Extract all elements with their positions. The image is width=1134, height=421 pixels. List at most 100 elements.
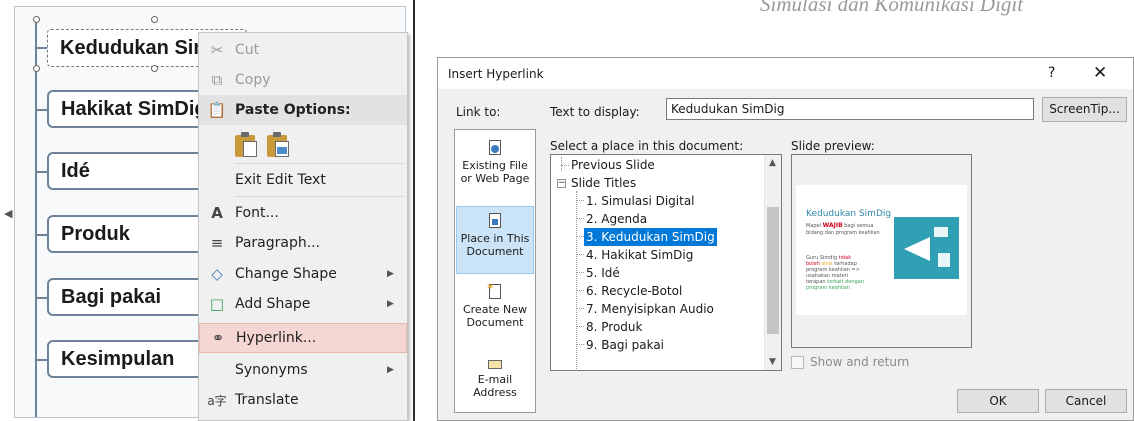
menu-item-label: Copy (235, 72, 271, 88)
text-to-display-input[interactable]: Kedudukan SimDig (666, 98, 1034, 120)
tree-item-slide[interactable]: 2. Agenda (586, 210, 647, 228)
chevron-right-icon: ▶ (387, 299, 394, 309)
scrollbar-thumb[interactable] (767, 207, 779, 334)
clipboard-icon: 📋 (207, 101, 227, 119)
smartart-item-label: Bagi pakai (61, 285, 162, 308)
place-in-document-icon (488, 213, 502, 229)
link-to-panel: Existing File or Web Page Place in This … (454, 129, 536, 413)
help-button[interactable]: ? (1048, 65, 1055, 81)
smartart-connector (37, 234, 47, 236)
menu-item-hyperlink[interactable]: ⚭ Hyperlink... (199, 323, 407, 353)
insert-hyperlink-dialog: Insert Hyperlink ? ✕ Link to: Text to di… (437, 57, 1134, 421)
menu-paste-options-header: 📋 Paste Options: (199, 95, 407, 125)
dialog-titlebar: Insert Hyperlink ? ✕ (438, 58, 1133, 89)
tree-item-slide[interactable]: 1. Simulasi Digital (586, 192, 695, 210)
tree-item-slide[interactable]: 4. Hakikat SimDig (586, 246, 693, 264)
menu-separator (235, 196, 403, 197)
chevron-left-icon[interactable]: ◀ (4, 207, 12, 220)
slide-preview-thumbnail: Kedudukan SimDig Mapel WAJIB bagi semua … (796, 185, 967, 315)
tree-item-slide[interactable]: 8. Produk (586, 318, 642, 336)
list-scrollbar[interactable]: ▲ ▼ (764, 155, 781, 370)
menu-item-translate[interactable]: a字 Translate (199, 385, 407, 415)
slide-canvas: Kedudukan Sim Hakikat SimDig Idé Produk … (0, 0, 415, 421)
menu-item-copy[interactable]: ⧉ Copy (199, 65, 407, 95)
menu-item-label: Translate (235, 392, 299, 408)
link-to-label-line: Create New (462, 303, 528, 316)
smartart-item-label: Idé (61, 159, 90, 182)
preview-title: Kedudukan SimDig (806, 209, 892, 219)
link-to-place-in-document-button[interactable]: Place in This Document (456, 206, 534, 274)
smartart-item-label: Kedudukan Sim (60, 36, 212, 59)
link-to-label-line: Document (466, 316, 524, 329)
document-place-list[interactable]: Previous Slide − Slide Titles 1. Simulas… (550, 154, 782, 371)
chevron-up-icon[interactable]: ▲ (769, 158, 776, 168)
text-to-display-label: Text to display: (550, 105, 640, 119)
link-to-email-address-button[interactable]: E-mail Address (456, 348, 534, 416)
menu-item-label: Exit Edit Text (235, 172, 326, 188)
selection-handle[interactable] (151, 16, 158, 23)
menu-item-label: Synonyms (235, 362, 308, 378)
slide-heading: Simulasi dan Komunikasi Digit (760, 0, 1024, 16)
link-to-label-line: Document (466, 245, 524, 258)
tree-item-slide[interactable]: 6. Recycle-Botol (586, 282, 682, 300)
menu-item-cut[interactable]: ✂ Cut (199, 35, 407, 65)
web-page-icon (488, 140, 502, 156)
menu-item-paragraph[interactable]: ≡ Paragraph... (199, 228, 407, 258)
megaphone-illustration (894, 217, 959, 279)
menu-separator (235, 163, 403, 164)
show-and-return-checkbox[interactable]: Show and return (791, 355, 909, 369)
paste-options-row (235, 131, 289, 157)
show-and-return-label: Show and return (810, 355, 910, 369)
translate-icon: a字 (207, 393, 227, 408)
preview-text-block: Guru Simdig tidak boleh sinis terhadap p… (806, 255, 864, 291)
menu-item-add-shape[interactable]: □ Add Shape ▶ (199, 289, 407, 319)
new-document-icon: ✶ (486, 282, 502, 300)
menu-item-label: Font... (235, 205, 279, 221)
ok-button[interactable]: OK (957, 389, 1039, 413)
tree-item-previous-slide[interactable]: Previous Slide (571, 156, 655, 174)
selection-handle[interactable] (151, 65, 158, 72)
change-shape-icon: ◇ (211, 265, 223, 283)
tree-item-slide[interactable]: 7. Menyisipkan Audio (586, 300, 714, 318)
context-menu: ✂ Cut ⧉ Copy 📋 Paste Options: Exit Edit … (198, 32, 408, 421)
smartart-connector (37, 47, 47, 49)
link-to-existing-file-button[interactable]: Existing File or Web Page (456, 134, 534, 202)
smartart-connector (37, 297, 47, 299)
slide-preview: Kedudukan SimDig Mapel WAJIB bagi semua … (791, 154, 972, 348)
menu-item-synonyms[interactable]: Synonyms ▶ (199, 355, 407, 385)
link-to-label-line: Address (473, 386, 517, 399)
link-to-label-line: Place in This (460, 232, 530, 245)
selection-handle[interactable] (33, 16, 40, 23)
add-shape-icon: □ (209, 295, 225, 313)
checkbox-icon[interactable] (791, 355, 804, 369)
menu-item-font[interactable]: A Font... (199, 198, 407, 228)
copy-icon: ⧉ (211, 71, 223, 89)
selection-handle[interactable] (33, 65, 40, 72)
tree-item-slide-selected[interactable]: 3. Kedudukan SimDig (584, 228, 717, 246)
paste-picture-icon[interactable] (267, 131, 289, 157)
smartart-spine (35, 17, 37, 417)
tree-item-slide[interactable]: 5. Idé (586, 264, 620, 282)
link-to-label-line: Existing File (462, 159, 528, 172)
close-button[interactable]: ✕ (1093, 63, 1107, 83)
menu-item-label: Change Shape (235, 266, 337, 282)
paragraph-icon: ≡ (210, 234, 224, 252)
smartart-item-label: Produk (61, 222, 130, 245)
tree-item-slide-titles[interactable]: Slide Titles (571, 174, 636, 192)
cancel-button[interactable]: Cancel (1045, 389, 1127, 413)
paste-keep-text-icon[interactable] (235, 131, 257, 157)
collapse-icon[interactable]: − (557, 179, 566, 188)
link-to-label-line: or Web Page (460, 172, 530, 185)
smartart-connector (37, 359, 47, 361)
menu-item-exit-edit-text[interactable]: Exit Edit Text (199, 165, 407, 195)
link-to-create-new-document-button[interactable]: ✶ Create New Document (456, 278, 534, 346)
screentip-button[interactable]: ScreenTip... (1042, 97, 1127, 122)
chevron-down-icon[interactable]: ▼ (769, 357, 776, 367)
smartart-item-label: Kesimpulan (61, 347, 175, 370)
menu-item-change-shape[interactable]: ◇ Change Shape ▶ (199, 259, 407, 289)
font-icon: A (211, 204, 223, 222)
smartart-item-label: Hakikat SimDig (61, 97, 207, 120)
menu-item-label: Paragraph... (235, 235, 321, 251)
tree-item-slide[interactable]: 9. Bagi pakai (586, 336, 664, 354)
preview-text: bidang dan program keahlian (806, 230, 880, 236)
